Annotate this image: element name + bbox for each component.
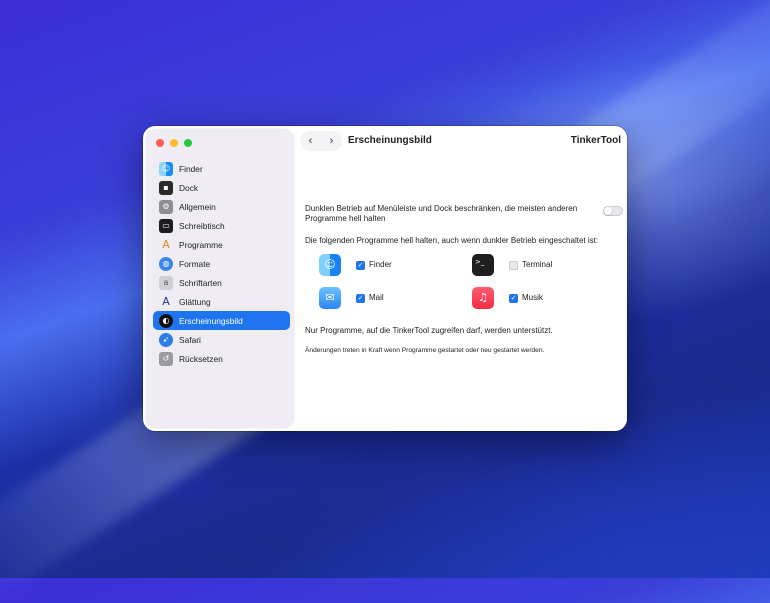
sidebar-item-label: Glättung [179, 296, 211, 307]
restart-note: Änderungen treten in Kraft wenn Programm… [305, 347, 545, 354]
supported-note: Nur Programme, auf die TinkerTool zugrei… [305, 326, 553, 335]
sidebar-item-dock[interactable]: ▪ Dock [153, 178, 290, 197]
sidebar-item-label: Schreibtisch [179, 220, 225, 231]
sidebar-item-finder[interactable]: ☺ Finder [153, 159, 290, 178]
sidebar: ☺ Finder ▪ Dock ⚙ Allgemein ▭ Schreibtis… [146, 129, 294, 428]
globe-icon: ◍ [159, 256, 173, 271]
smoothing-icon: A [162, 295, 170, 308]
sidebar-item-label: Allgemein [179, 201, 216, 212]
navigation-buttons: ‹ › [300, 131, 342, 151]
app-item-musik: ♫ ✓ Musik [472, 287, 543, 309]
app-name: Finder [369, 260, 392, 269]
sidebar-item-formate[interactable]: ◍ Formate [153, 254, 290, 273]
zoom-button[interactable] [184, 139, 192, 147]
keep-light-intro: Die folgenden Programme hell halten, auc… [305, 236, 599, 245]
tinkertool-window: ☺ Finder ▪ Dock ⚙ Allgemein ▭ Schreibtis… [143, 126, 627, 431]
app-name: Musik [522, 293, 543, 302]
terminal-checkbox[interactable]: ✓ [509, 260, 518, 270]
sidebar-item-programme[interactable]: A Programme [153, 235, 290, 254]
music-icon: ♫ [472, 287, 494, 309]
finder-icon: ☺ [319, 254, 341, 276]
mail-checkbox[interactable]: ✓ [356, 293, 365, 303]
app-name: Terminal [522, 260, 553, 269]
finder-icon: ☺ [159, 161, 173, 176]
forward-button[interactable]: › [323, 135, 341, 147]
app-item-mail: ✉ ✓ Mail [319, 287, 384, 309]
musik-checkbox[interactable]: ✓ [509, 293, 518, 303]
toolbar: ‹ › Erscheinungsbild TinkerTool [296, 126, 627, 156]
sidebar-item-label: Programme [179, 239, 223, 250]
app-item-finder: ☺ ✓ Finder [319, 254, 392, 276]
dark-mode-restrict-label: Dunklen Betrieb auf Menüleiste und Dock … [305, 204, 578, 223]
sidebar-item-glaettung[interactable]: A Glättung [153, 292, 290, 311]
safari-icon: ➹ [159, 332, 173, 347]
close-button[interactable] [156, 139, 164, 147]
font-icon: a [159, 275, 173, 290]
dock-icon: ▪ [159, 180, 173, 195]
app-title: TinkerTool [570, 135, 621, 146]
dark-mode-restrict-toggle[interactable] [603, 206, 623, 216]
app-list: ☺ ✓ Finder >_ ✓ Terminal ✉ ✓ Mail ♫ ✓ Mu… [305, 254, 623, 324]
sidebar-item-label: Dock [179, 182, 199, 193]
app-item-terminal: >_ ✓ Terminal [472, 254, 552, 276]
sidebar-item-allgemein[interactable]: ⚙ Allgemein [153, 197, 290, 216]
sidebar-item-ruecksetzen[interactable]: ↺ Rücksetzen [153, 349, 290, 368]
sidebar-item-schriftarten[interactable]: a Schriftarten [153, 273, 290, 292]
sidebar-item-schreibtisch[interactable]: ▭ Schreibtisch [153, 216, 290, 235]
back-button[interactable]: ‹ [302, 135, 320, 147]
appearance-pane: Dunklen Betrieb auf Menüleiste und Dock … [305, 204, 623, 356]
sidebar-item-safari[interactable]: ➹ Safari [153, 330, 290, 349]
finder-checkbox[interactable]: ✓ [356, 260, 365, 270]
general-icon: ⚙ [159, 199, 173, 214]
applications-icon: A [162, 238, 170, 251]
sidebar-item-label: Rücksetzen [179, 353, 223, 364]
reset-icon: ↺ [159, 351, 173, 366]
sidebar-item-label: Schriftarten [179, 277, 222, 288]
terminal-icon: >_ [472, 254, 494, 276]
sidebar-item-erscheinungsbild[interactable]: ◐ Erscheinungsbild [153, 311, 290, 330]
sidebar-item-label: Safari [179, 334, 201, 345]
dark-mode-restrict-row: Dunklen Betrieb auf Menüleiste und Dock … [305, 204, 623, 224]
app-name: Mail [369, 293, 384, 302]
window-controls [156, 139, 192, 147]
mail-icon: ✉ [319, 287, 341, 309]
minimize-button[interactable] [170, 139, 178, 147]
desktop-icon: ▭ [159, 218, 173, 233]
appearance-icon: ◐ [159, 313, 173, 328]
page-title: Erscheinungsbild [348, 135, 432, 146]
sidebar-item-label: Formate [179, 258, 211, 269]
sidebar-item-label: Finder [179, 163, 203, 174]
sidebar-list: ☺ Finder ▪ Dock ⚙ Allgemein ▭ Schreibtis… [153, 159, 290, 368]
sidebar-item-label: Erscheinungsbild [179, 315, 243, 326]
